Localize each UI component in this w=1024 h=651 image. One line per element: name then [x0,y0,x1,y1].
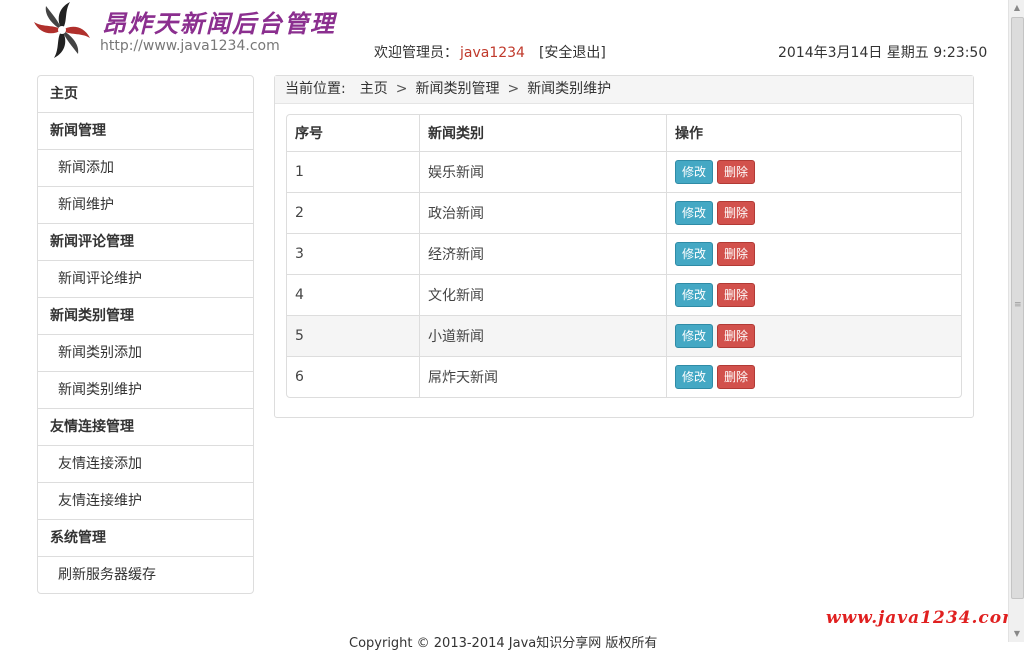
sidebar-group-categories[interactable]: 新闻类别管理 [38,298,253,335]
sidebar-item-news-add[interactable]: 新闻添加 [38,150,253,187]
watermark-text: www.java1234.com [826,608,1022,628]
table-row: 1 娱乐新闻 修改 删除 [287,152,961,193]
delete-button[interactable]: 删除 [717,283,756,307]
row-category-name: 娱乐新闻 [420,152,667,193]
table-row: 5 小道新闻 修改 删除 [287,316,961,357]
table-row: 6 屌炸天新闻 修改 删除 [287,357,961,397]
row-actions: 修改 删除 [667,152,961,193]
sidebar-group-comments[interactable]: 新闻评论管理 [38,224,253,261]
edit-button[interactable]: 修改 [675,365,714,389]
table-row: 3 经济新闻 修改 删除 [287,234,961,275]
row-actions: 修改 删除 [667,357,961,397]
sidebar-item-comments-maintain[interactable]: 新闻评论维护 [38,261,253,298]
column-header-actions: 操作 [667,115,961,152]
column-header-no: 序号 [287,115,420,152]
breadcrumb: 当前位置: 主页 > 新闻类别管理 > 新闻类别维护 [275,76,973,104]
edit-button[interactable]: 修改 [675,283,714,307]
pinwheel-logo-icon [34,2,90,58]
row-number: 3 [287,234,420,275]
breadcrumb-home[interactable]: 主页 [360,81,388,97]
breadcrumb-category-management[interactable]: 新闻类别管理 [415,81,499,97]
sidebar-group-system[interactable]: 系统管理 [38,520,253,557]
logout-link[interactable]: [安全退出] [539,45,606,61]
app-title: 昂炸天新闻后台管理 [102,9,336,38]
row-category-name: 政治新闻 [420,193,667,234]
row-number: 4 [287,275,420,316]
scroll-up-arrow-icon[interactable]: ▲ [1009,0,1024,16]
welcome-bar: 欢迎管理员： java1234 [安全退出] [374,42,606,62]
welcome-label: 欢迎管理员： [374,45,458,61]
scrollbar-grip-icon: ≡ [1014,300,1022,310]
admin-username: java1234 [460,45,525,61]
row-actions: 修改 删除 [667,234,961,275]
breadcrumb-separator: > [395,81,408,97]
current-datetime: 2014年3月14日 星期五 9:23:50 [778,45,988,61]
column-header-category: 新闻类别 [420,115,667,152]
table-header-row: 序号 新闻类别 操作 [287,115,961,152]
sidebar-group-links[interactable]: 友情连接管理 [38,409,253,446]
sidebar-item-category-maintain[interactable]: 新闻类别维护 [38,372,253,409]
delete-button[interactable]: 删除 [717,242,756,266]
table-row: 4 文化新闻 修改 删除 [287,275,961,316]
row-category-name: 小道新闻 [420,316,667,357]
main-panel: 当前位置: 主页 > 新闻类别管理 > 新闻类别维护 序号 新闻类别 操作 1 娱乐新闻 … [274,75,974,418]
sidebar-item-category-add[interactable]: 新闻类别添加 [38,335,253,372]
row-category-name: 经济新闻 [420,234,667,275]
delete-button[interactable]: 删除 [717,324,756,348]
sidebar-group-home[interactable]: 主页 [38,76,253,113]
breadcrumb-separator: > [507,81,520,97]
breadcrumb-prefix: 当前位置: [285,81,346,97]
sidebar-item-refresh-cache[interactable]: 刷新服务器缓存 [38,557,253,593]
row-category-name: 文化新闻 [420,275,667,316]
row-actions: 修改 删除 [667,316,961,357]
category-table: 序号 新闻类别 操作 1 娱乐新闻 修改 删除 2 政治新闻 修改 删除 3 经济新… [286,114,962,398]
site-url: http://www.java1234.com [100,38,280,54]
row-category-name: 屌炸天新闻 [420,357,667,397]
edit-button[interactable]: 修改 [675,324,714,348]
row-number: 6 [287,357,420,397]
row-actions: 修改 删除 [667,275,961,316]
delete-button[interactable]: 删除 [717,365,756,389]
sidebar-item-news-maintain[interactable]: 新闻维护 [38,187,253,224]
breadcrumb-current: 新闻类别维护 [527,81,612,97]
delete-button[interactable]: 删除 [717,201,756,225]
page-header: 昂炸天新闻后台管理 http://www.java1234.com 欢迎管理员：… [0,0,1008,72]
edit-button[interactable]: 修改 [675,201,714,225]
sidebar-group-news[interactable]: 新闻管理 [38,113,253,150]
table-row: 2 政治新闻 修改 删除 [287,193,961,234]
vertical-scrollbar[interactable]: ▲ ≡ ▼ [1008,0,1024,642]
scrollbar-thumb[interactable]: ≡ [1011,17,1024,599]
row-number: 5 [287,316,420,357]
row-number: 1 [287,152,420,193]
scroll-down-arrow-icon[interactable]: ▼ [1009,626,1024,642]
sidebar-item-link-add[interactable]: 友情连接添加 [38,446,253,483]
delete-button[interactable]: 删除 [717,160,756,184]
edit-button[interactable]: 修改 [675,242,714,266]
row-number: 2 [287,193,420,234]
edit-button[interactable]: 修改 [675,160,714,184]
row-actions: 修改 删除 [667,193,961,234]
sidebar-item-link-maintain[interactable]: 友情连接维护 [38,483,253,520]
sidebar-nav: 主页 新闻管理 新闻添加 新闻维护 新闻评论管理 新闻评论维护 新闻类别管理 新… [37,75,254,594]
